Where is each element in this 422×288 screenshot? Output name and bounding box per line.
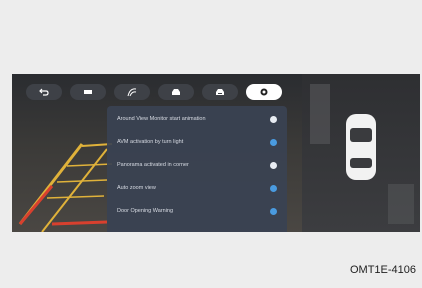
toggle-off-icon[interactable]	[270, 115, 277, 123]
toggle-on-icon[interactable]	[270, 138, 277, 146]
setting-label: Panorama activated in corner	[117, 162, 189, 168]
setting-row-auto-zoom[interactable]: Auto zoom view	[117, 181, 277, 195]
tab-back[interactable]	[26, 84, 62, 100]
tab-settings[interactable]	[246, 84, 282, 100]
setting-row-panorama-corner[interactable]: Panorama activated in corner	[117, 158, 277, 172]
tab-rear-view[interactable]	[202, 84, 238, 100]
setting-label: Auto zoom view	[117, 185, 156, 191]
toggle-off-icon[interactable]	[270, 161, 277, 169]
setting-label: AVM activation by turn light	[117, 139, 184, 145]
top-view-panel	[302, 74, 420, 232]
figure-code: OMT1E-4106	[349, 264, 416, 276]
tab-front-view[interactable]	[158, 84, 194, 100]
toggle-on-icon[interactable]	[270, 184, 277, 192]
tab-trajectory[interactable]	[114, 84, 150, 100]
back-icon	[39, 88, 49, 96]
car-front-icon	[172, 89, 180, 95]
battery-icon	[84, 90, 92, 94]
setting-row-door-warning[interactable]: Door Opening Warning	[117, 204, 277, 218]
car-top-view-icon	[310, 84, 414, 224]
settings-menu: Around View Monitor start animation AVM …	[107, 106, 287, 232]
car-rear-icon	[216, 89, 224, 95]
display-screen: Around View Monitor start animation AVM …	[12, 74, 420, 232]
tab-battery[interactable]	[70, 84, 106, 100]
settings-icon	[260, 88, 268, 96]
view-mode-toolbar	[26, 84, 292, 102]
setting-row-start-animation[interactable]: Around View Monitor start animation	[117, 112, 277, 126]
toggle-on-icon[interactable]	[270, 207, 277, 215]
setting-label: Around View Monitor start animation	[117, 116, 206, 122]
setting-row-turn-light[interactable]: AVM activation by turn light	[117, 135, 277, 149]
trajectory-icon	[127, 88, 137, 97]
setting-label: Door Opening Warning	[117, 208, 174, 214]
